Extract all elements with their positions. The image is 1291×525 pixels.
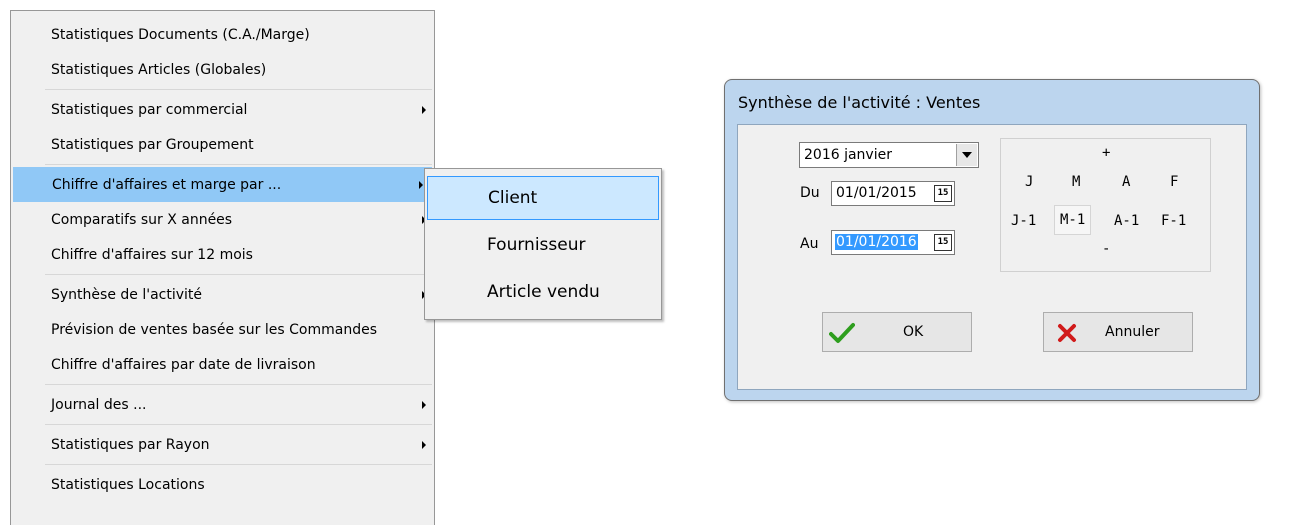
menu-item-statistiques-articles[interactable]: Statistiques Articles (Globales) (11, 52, 434, 87)
menu-item-journal-des[interactable]: Journal des ... (11, 387, 434, 422)
dialog-body: 2016 janvier Du 01/01/2015 15 Au 01/01/2… (737, 124, 1247, 390)
menu-item-statistiques-par-groupement[interactable]: Statistiques par Groupement (11, 127, 434, 162)
context-menu: Statistiques Documents (C.A./Marge) Stat… (10, 10, 435, 525)
period-m1-button[interactable]: M-1 (1054, 205, 1092, 235)
menu-item-label: Synthèse de l'activité (51, 286, 202, 303)
submenu-item-fournisseur[interactable]: Fournisseur (427, 223, 659, 267)
menu-separator (45, 274, 432, 275)
ok-button-label: OK (903, 324, 924, 340)
menu-separator (45, 464, 432, 465)
menu-item-label: Chiffre d'affaires et marge par ... (52, 176, 282, 193)
du-label: Du (800, 185, 820, 201)
au-date-field[interactable]: 01/01/2016 15 (831, 230, 955, 255)
menu-item-label: Statistiques par Groupement (51, 136, 254, 153)
au-label: Au (800, 236, 819, 252)
period-f1-button[interactable]: F-1 (1161, 213, 1186, 229)
period-j-button[interactable]: J (1025, 174, 1033, 190)
menu-item-label: Statistiques par commercial (51, 101, 248, 118)
period-j1-button[interactable]: J-1 (1011, 213, 1036, 229)
menu-item-statistiques-documents[interactable]: Statistiques Documents (C.A./Marge) (11, 17, 434, 52)
submenu-item-article-vendu[interactable]: Article vendu (427, 270, 659, 314)
submenu-item-label: Article vendu (487, 282, 600, 302)
menu-item-statistiques-par-rayon[interactable]: Statistiques par Rayon (11, 427, 434, 462)
submenu-chiffre-affaires: Client Fournisseur Article vendu (424, 168, 662, 320)
month-select[interactable]: 2016 janvier (799, 142, 979, 168)
calendar-icon[interactable]: 15 (934, 234, 952, 251)
du-date-field[interactable]: 01/01/2015 15 (831, 181, 955, 206)
menu-item-label: Statistiques par Rayon (51, 436, 210, 453)
dialog-title: Synthèse de l'activité : Ventes (738, 93, 981, 112)
period-a-button[interactable]: A (1122, 174, 1130, 190)
period-m-button[interactable]: M (1072, 174, 1080, 190)
menu-item-chiffre-affaires-12-mois[interactable]: Chiffre d'affaires sur 12 mois (11, 237, 434, 272)
menu-item-synthese-activite[interactable]: Synthèse de l'activité (11, 277, 434, 312)
check-icon (829, 323, 855, 343)
menu-separator (45, 164, 432, 165)
period-f-button[interactable]: F (1170, 174, 1178, 190)
menu-item-label: Comparatifs sur X années (51, 211, 233, 228)
menu-item-label: Journal des ... (51, 396, 147, 413)
menu-separator (45, 384, 432, 385)
submenu-item-client[interactable]: Client (427, 176, 659, 220)
menu-item-label: Statistiques Documents (C.A./Marge) (51, 26, 310, 43)
menu-item-statistiques-par-commercial[interactable]: Statistiques par commercial (11, 92, 434, 127)
menu-item-label: Prévision de ventes basée sur les Comman… (51, 321, 377, 338)
calendar-icon[interactable]: 15 (934, 185, 952, 202)
submenu-item-label: Fournisseur (487, 235, 586, 255)
chevron-down-icon (962, 152, 972, 158)
period-plus-button[interactable]: + (1102, 145, 1110, 161)
menu-item-chiffre-affaires-date-livraison[interactable]: Chiffre d'affaires par date de livraison (11, 347, 434, 382)
cancel-button-label: Annuler (1105, 324, 1160, 340)
close-icon (1058, 324, 1076, 342)
submenu-item-label: Client (488, 188, 538, 208)
du-date-value: 01/01/2015 (836, 185, 917, 201)
ok-button[interactable]: OK (822, 312, 972, 352)
menu-item-label: Statistiques Locations (51, 476, 205, 493)
menu-item-statistiques-locations[interactable]: Statistiques Locations (11, 467, 434, 502)
period-a1-button[interactable]: A-1 (1114, 213, 1139, 229)
menu-item-chiffre-affaires-marge-par[interactable]: Chiffre d'affaires et marge par ... (13, 167, 432, 202)
period-minus-button[interactable]: - (1102, 241, 1110, 257)
menu-item-comparatifs-x-annees[interactable]: Comparatifs sur X années (11, 202, 434, 237)
submenu-arrow-icon (422, 105, 426, 114)
menu-item-label: Chiffre d'affaires par date de livraison (51, 356, 316, 373)
menu-item-prevision-ventes[interactable]: Prévision de ventes basée sur les Comman… (11, 312, 434, 347)
au-date-value: 01/01/2016 (835, 234, 918, 250)
submenu-arrow-icon (422, 440, 426, 449)
month-select-value: 2016 janvier (804, 147, 892, 163)
cancel-button[interactable]: Annuler (1043, 312, 1193, 352)
menu-item-label: Chiffre d'affaires sur 12 mois (51, 246, 253, 263)
menu-separator (45, 424, 432, 425)
synthese-dialog: Synthèse de l'activité : Ventes 2016 jan… (724, 79, 1260, 401)
submenu-arrow-icon (419, 180, 423, 189)
period-selector: + J M A F J-1 M-1 A-1 F-1 - (1000, 138, 1211, 272)
menu-separator (45, 89, 432, 90)
submenu-arrow-icon (422, 400, 426, 409)
menu-item-label: Statistiques Articles (Globales) (51, 61, 267, 78)
dropdown-button[interactable] (956, 144, 977, 166)
